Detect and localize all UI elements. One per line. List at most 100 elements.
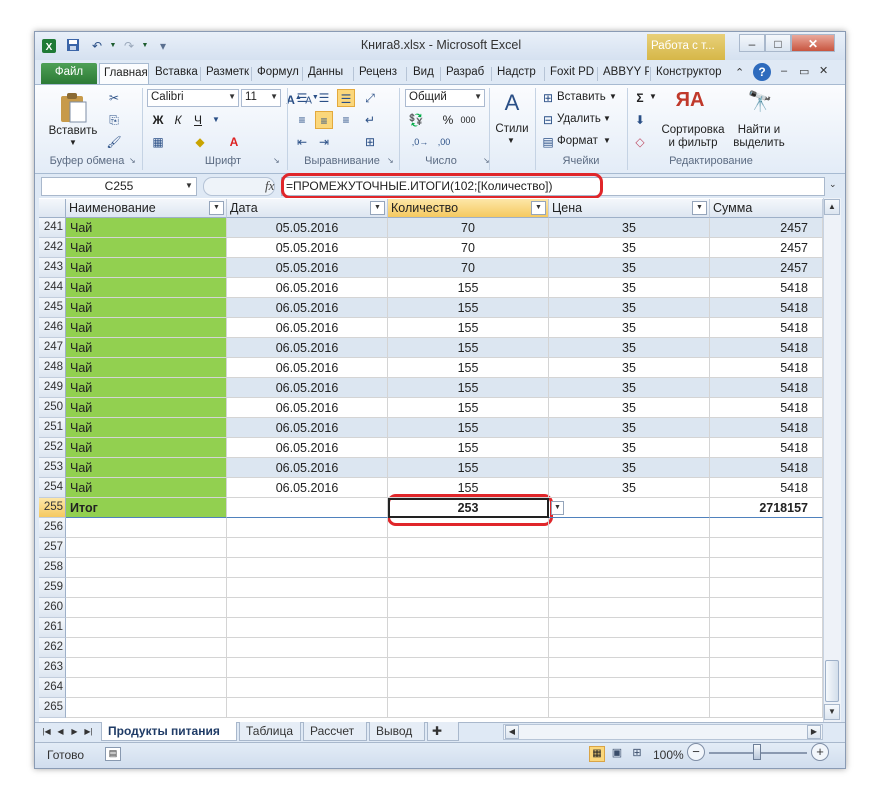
cell-price[interactable]: 35: [549, 258, 710, 278]
zoom-slider-thumb[interactable]: [753, 744, 761, 760]
row-header[interactable]: 243: [39, 258, 66, 278]
sheet-tab-output[interactable]: Вывод: [369, 722, 425, 741]
cell-total-label[interactable]: Итог: [66, 498, 227, 518]
empty-cell[interactable]: [66, 658, 227, 678]
empty-cell[interactable]: [227, 678, 388, 698]
cell-date[interactable]: 06.05.2016: [227, 278, 388, 298]
cell-date[interactable]: 06.05.2016: [227, 398, 388, 418]
cell-price[interactable]: 35: [549, 318, 710, 338]
thousands-button[interactable]: 000: [459, 111, 477, 129]
sheet-tab-calc[interactable]: Рассчет: [303, 722, 367, 741]
cell-price[interactable]: 35: [549, 378, 710, 398]
styles-button[interactable]: Стили: [491, 123, 533, 135]
column-header-name[interactable]: Наименование ▼: [66, 199, 227, 218]
empty-cell[interactable]: [227, 658, 388, 678]
cell-sum[interactable]: 5418: [710, 418, 823, 438]
cell-price[interactable]: 35: [549, 398, 710, 418]
prev-sheet-icon[interactable]: ◀: [55, 726, 66, 738]
horizontal-scrollbar[interactable]: [503, 724, 823, 740]
scroll-up-button[interactable]: ▲: [824, 199, 840, 215]
tab-file[interactable]: Файл: [41, 63, 97, 84]
decrease-indent-icon[interactable]: ⇤: [293, 133, 311, 151]
cell-price[interactable]: 35: [549, 438, 710, 458]
cell-date[interactable]: 06.05.2016: [227, 298, 388, 318]
cell-name[interactable]: Чай: [66, 338, 227, 358]
cell-name[interactable]: Чай: [66, 358, 227, 378]
row-header[interactable]: 251: [39, 418, 66, 438]
cell-name[interactable]: Чай: [66, 258, 227, 278]
scroll-right-button[interactable]: ▶: [807, 725, 821, 739]
scroll-down-button[interactable]: ▼: [824, 704, 840, 720]
styles-icon[interactable]: A: [497, 90, 527, 120]
cell-price[interactable]: 35: [549, 338, 710, 358]
column-header-date[interactable]: Дата ▼: [227, 199, 388, 218]
select-all-corner[interactable]: [39, 199, 66, 218]
vertical-scrollbar[interactable]: [823, 198, 841, 722]
empty-cell[interactable]: [388, 638, 549, 658]
empty-cell[interactable]: [388, 558, 549, 578]
column-header-sum[interactable]: Сумма: [710, 199, 823, 218]
cell-total-date[interactable]: [227, 498, 388, 518]
close-button[interactable]: ✕: [791, 34, 835, 52]
cell-sum[interactable]: 2457: [710, 218, 823, 238]
cell-quantity[interactable]: 70: [388, 238, 549, 258]
empty-cell[interactable]: [549, 638, 710, 658]
name-box[interactable]: C255: [41, 177, 197, 196]
align-bottom-icon[interactable]: ☰: [337, 89, 355, 107]
row-header[interactable]: 252: [39, 438, 66, 458]
empty-cell[interactable]: [227, 558, 388, 578]
merge-center-icon[interactable]: ⊞: [361, 133, 379, 151]
empty-cell[interactable]: [710, 598, 823, 618]
empty-cell[interactable]: [66, 678, 227, 698]
format-painter-icon[interactable]: 🖌: [105, 133, 123, 151]
cell-name[interactable]: Чай: [66, 318, 227, 338]
row-header[interactable]: 260: [39, 598, 66, 618]
sort-filter-line2[interactable]: и фильтр: [659, 137, 727, 149]
find-binoculars-icon[interactable]: 🔭: [745, 89, 775, 121]
page-break-view-icon[interactable]: ⊞: [629, 746, 645, 762]
bold-button[interactable]: Ж: [149, 111, 167, 129]
cell-date[interactable]: 06.05.2016: [227, 318, 388, 338]
find-select-line1[interactable]: Найти и: [729, 124, 789, 136]
empty-cell[interactable]: [66, 538, 227, 558]
increase-decimal-icon[interactable]: ,0→: [411, 133, 429, 151]
row-header[interactable]: 245: [39, 298, 66, 318]
row-header[interactable]: 241: [39, 218, 66, 238]
cell-quantity[interactable]: 70: [388, 218, 549, 238]
number-format-combo[interactable]: Общий ▼: [405, 89, 485, 107]
sort-filter-icon[interactable]: ЯА: [675, 89, 705, 121]
filter-dropdown-icon[interactable]: ▼: [692, 201, 707, 215]
minimize-button[interactable]: –: [739, 34, 765, 52]
copy-icon[interactable]: ⎘: [105, 111, 123, 129]
cell-price[interactable]: 35: [549, 418, 710, 438]
row-header[interactable]: 256: [39, 518, 66, 538]
cell-name[interactable]: Чай: [66, 438, 227, 458]
font-name-combo[interactable]: Calibri ▼: [147, 89, 239, 107]
tab-developer[interactable]: Разраб: [442, 63, 490, 84]
align-center-icon[interactable]: ≡: [315, 111, 333, 129]
tab-review[interactable]: Реценз: [355, 63, 405, 84]
cell-quantity[interactable]: 155: [388, 318, 549, 338]
paste-button[interactable]: Вставить: [45, 125, 101, 137]
empty-cell[interactable]: [710, 698, 823, 718]
underline-button[interactable]: Ч: [189, 111, 207, 129]
cell-total-quantity[interactable]: 253: [388, 498, 549, 518]
row-header[interactable]: 263: [39, 658, 66, 678]
last-sheet-icon[interactable]: ▶|: [83, 726, 94, 738]
maximize-button[interactable]: □: [765, 34, 791, 52]
row-header[interactable]: 255: [39, 498, 66, 518]
cell-date[interactable]: 05.05.2016: [227, 238, 388, 258]
row-header[interactable]: 257: [39, 538, 66, 558]
empty-cell[interactable]: [388, 618, 549, 638]
empty-cell[interactable]: [227, 518, 388, 538]
cell-price[interactable]: 35: [549, 218, 710, 238]
help-icon[interactable]: ?: [753, 63, 771, 81]
cell-date[interactable]: 06.05.2016: [227, 338, 388, 358]
align-left-icon[interactable]: ≡: [293, 111, 311, 129]
empty-cell[interactable]: [66, 638, 227, 658]
row-header[interactable]: 265: [39, 698, 66, 718]
empty-cell[interactable]: [388, 658, 549, 678]
format-dropdown-icon[interactable]: ▼: [603, 136, 611, 145]
cell-quantity[interactable]: 155: [388, 338, 549, 358]
percent-button[interactable]: %: [439, 111, 457, 129]
